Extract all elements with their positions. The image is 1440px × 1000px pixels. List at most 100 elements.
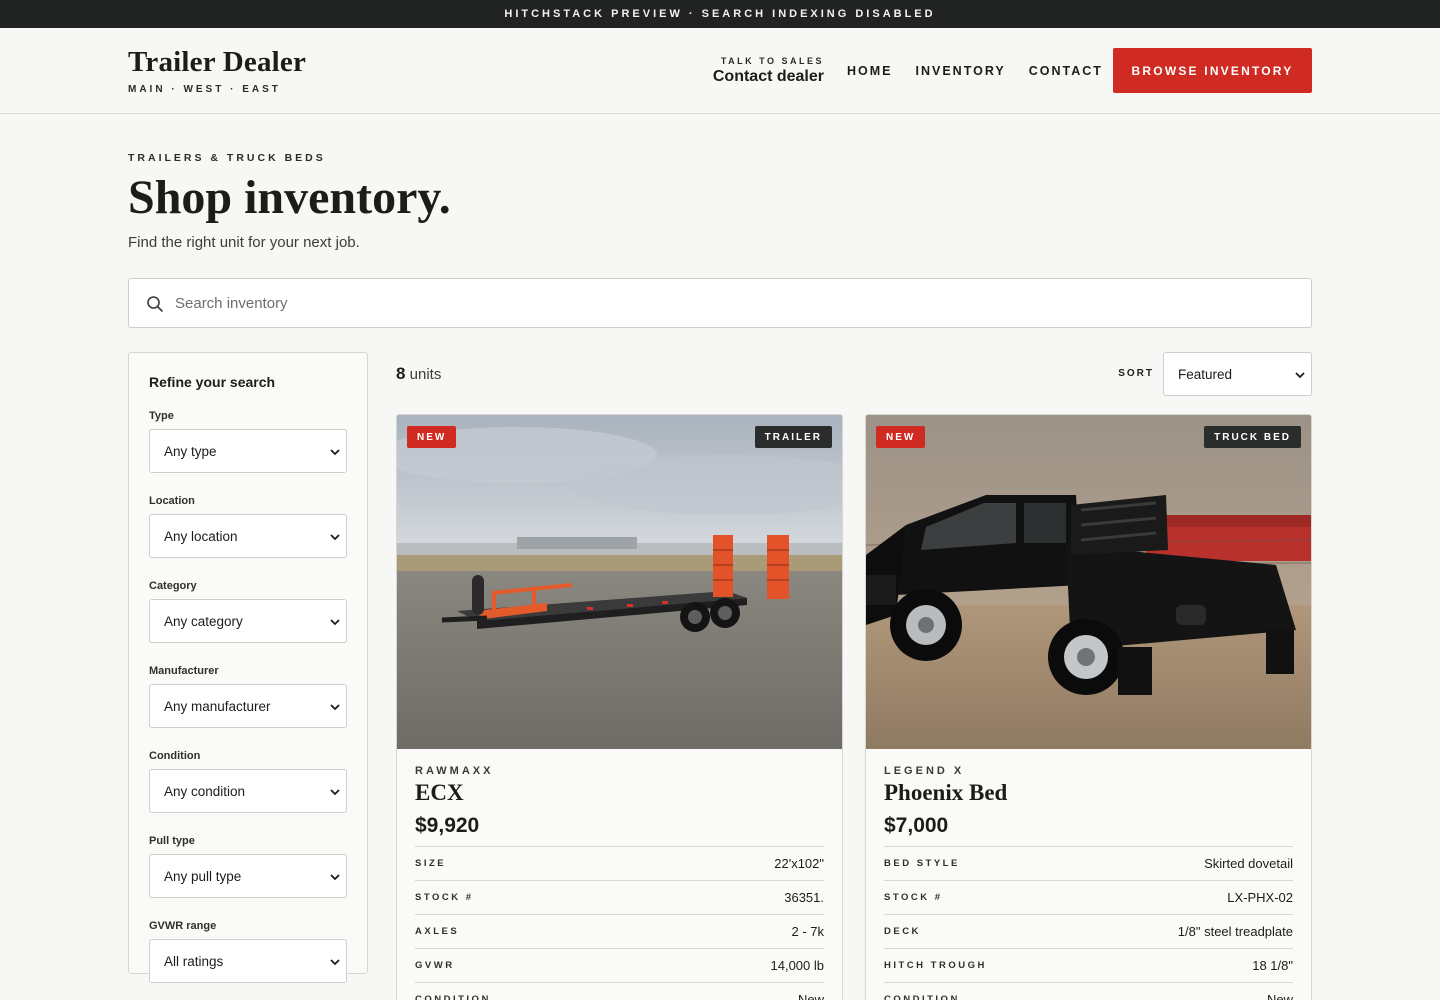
sort-label: SORT xyxy=(1118,368,1154,379)
select-value: Any condition xyxy=(164,784,246,799)
card-details: LEGEND X Phoenix Bed $7,000 BED STYLE Ski… xyxy=(884,765,1293,1000)
filter-label: Condition xyxy=(149,750,201,762)
filter-location: Location Any location xyxy=(149,495,347,558)
filter-label: Type xyxy=(149,410,174,422)
filter-label: Category xyxy=(149,580,197,592)
page-eyebrow: TRAILERS & TRUCK BEDS xyxy=(128,152,326,164)
price: $7,000 xyxy=(884,814,949,837)
nav-home[interactable]: HOME xyxy=(847,64,893,78)
unit-count-suffix: units xyxy=(405,366,442,383)
select-value: All ratings xyxy=(164,954,224,969)
filter-label: Manufacturer xyxy=(149,665,219,677)
new-badge: NEW xyxy=(407,426,457,448)
card-details: RAWMAXX ECX $9,920 SIZE 22'x102" STOCK # 3… xyxy=(415,765,824,1000)
sort-select[interactable]: Featured xyxy=(1163,352,1312,396)
inventory-card[interactable]: NEW TRAILER RAWMAXX ECX $9,920 SIZE 22'x1… xyxy=(396,414,843,1000)
contact-dealer-label: Contact dealer xyxy=(712,68,824,85)
filter-panel: Refine your search Type Any type Locatio… xyxy=(128,352,368,983)
results-toolbar: 8 units SORT Featured xyxy=(396,352,1312,396)
brand-locations: MAIN · WEST · EAST xyxy=(128,84,281,95)
chevron-down-icon xyxy=(330,874,340,881)
manufacturer-name: RAWMAXX xyxy=(415,765,494,777)
spec-key: SIZE xyxy=(415,858,447,869)
condition-select[interactable]: Any condition xyxy=(149,769,347,813)
chevron-down-icon xyxy=(330,959,340,966)
spec-row: GVWR 14,000 lb xyxy=(415,949,824,983)
manufacturer-select[interactable]: Any manufacturer xyxy=(149,684,347,728)
pull-type-select[interactable]: Any pull type xyxy=(149,854,347,898)
spec-key: DECK xyxy=(884,926,921,937)
spec-value: Skirted dovetail xyxy=(1204,856,1293,871)
filter-heading: Refine your search xyxy=(149,374,276,390)
filter-gvwr: GVWR range All ratings xyxy=(149,920,347,983)
category-select[interactable]: Any category xyxy=(149,599,347,643)
gvwr-select[interactable]: All ratings xyxy=(149,939,347,983)
new-badge: NEW xyxy=(876,426,926,448)
spec-value: New xyxy=(797,992,824,1000)
browse-inventory-button[interactable]: BROWSE INVENTORY xyxy=(1113,48,1312,93)
spec-value: 2 - 7k xyxy=(791,924,824,939)
spec-row: HITCH TROUGH 18 1/8" xyxy=(884,949,1293,983)
trailer-photo[interactable]: NEW TRAILER xyxy=(397,415,842,749)
main-nav: HOME INVENTORY CONTACT xyxy=(847,64,1103,78)
truck-bed-image xyxy=(866,415,1311,749)
type-badge: TRUCK BED xyxy=(1204,426,1301,448)
spec-row: STOCK # LX-PHX-02 xyxy=(884,881,1293,915)
spec-list: BED STYLE Skirted dovetail STOCK # LX-PHX-… xyxy=(884,846,1293,1000)
site-header: Trailer Dealer MAIN · WEST · EAST TALK T… xyxy=(0,28,1440,114)
spec-key: AXLES xyxy=(415,926,460,937)
sales-kicker: TALK TO SALES xyxy=(720,56,824,66)
type-badge: TRAILER xyxy=(754,426,832,448)
select-value: Any type xyxy=(164,444,217,459)
contact-dealer-link[interactable]: TALK TO SALES Contact dealer xyxy=(713,56,824,86)
truck-bed-photo[interactable]: NEW TRUCK BED xyxy=(866,415,1311,749)
spec-key: STOCK # xyxy=(884,892,943,903)
manufacturer-name: LEGEND X xyxy=(884,765,965,777)
select-value: Any location xyxy=(164,529,238,544)
spec-value: 36351. xyxy=(784,890,824,905)
filter-type: Type Any type xyxy=(149,410,347,473)
filter-label: GVWR range xyxy=(149,920,217,932)
spec-row: CONDITION New xyxy=(884,983,1293,1000)
spec-row: AXLES 2 - 7k xyxy=(415,915,824,949)
spec-value: 18 1/8" xyxy=(1252,958,1293,973)
model-name[interactable]: Phoenix Bed xyxy=(884,780,1293,806)
spec-row: STOCK # 36351. xyxy=(415,881,824,915)
spec-list: SIZE 22'x102" STOCK # 36351. AXLES 2 - 7k G… xyxy=(415,846,824,1000)
brand-name: Trailer Dealer xyxy=(128,46,307,78)
hero: TRAILERS & TRUCK BEDS Shop inventory. Fi… xyxy=(128,152,451,251)
type-select[interactable]: Any type xyxy=(149,429,347,473)
chevron-down-icon xyxy=(330,449,340,456)
spec-value: New xyxy=(1266,992,1293,1000)
chevron-down-icon xyxy=(330,534,340,541)
filter-condition: Condition Any condition xyxy=(149,750,347,813)
spec-row: DECK 1/8" steel treadplate xyxy=(884,915,1293,949)
search-icon xyxy=(147,296,163,312)
filter-label: Pull type xyxy=(149,835,195,847)
nav-contact[interactable]: CONTACT xyxy=(1029,64,1103,78)
chevron-down-icon xyxy=(330,619,340,626)
spec-key: CONDITION xyxy=(884,994,960,1000)
spec-key: STOCK # xyxy=(415,892,474,903)
chevron-down-icon xyxy=(330,704,340,711)
preview-banner: HITCHSTACK PREVIEW · SEARCH INDEXING DIS… xyxy=(0,0,1440,28)
trailer-image xyxy=(397,415,842,749)
sort-value: Featured xyxy=(1178,367,1233,382)
filter-category: Category Any category xyxy=(149,580,347,643)
location-select[interactable]: Any location xyxy=(149,514,347,558)
spec-key: BED STYLE xyxy=(884,858,960,869)
spec-key: GVWR xyxy=(415,960,455,971)
page-title: Shop inventory. xyxy=(128,171,451,224)
spec-value: 22'x102" xyxy=(774,856,824,871)
nav-inventory[interactable]: INVENTORY xyxy=(916,64,1006,78)
search-input[interactable] xyxy=(175,279,1295,327)
model-name[interactable]: ECX xyxy=(415,780,824,806)
spec-value: LX-PHX-02 xyxy=(1227,890,1293,905)
inventory-card[interactable]: NEW TRUCK BED LEGEND X Phoenix Bed $7,00… xyxy=(865,414,1312,1000)
spec-key: CONDITION xyxy=(415,994,491,1000)
brand-logo[interactable]: Trailer Dealer MAIN · WEST · EAST xyxy=(128,46,306,95)
chevron-down-icon xyxy=(330,789,340,796)
chevron-down-icon xyxy=(1295,372,1305,379)
price: $9,920 xyxy=(415,814,480,837)
page-subtitle: Find the right unit for your next job. xyxy=(128,234,360,251)
